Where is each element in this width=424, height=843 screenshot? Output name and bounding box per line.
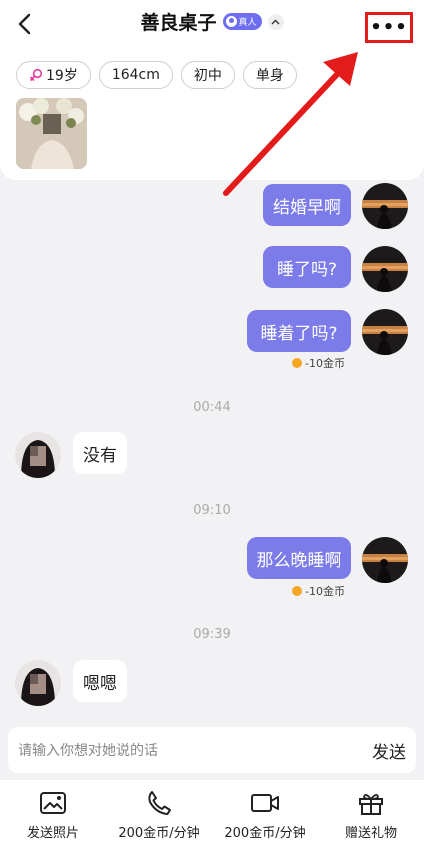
verify-badge: 真人 xyxy=(222,13,262,30)
timestamp: 00:44 xyxy=(193,400,231,415)
profile-card: 善良桌子 真人 ••• 19岁 164cm 初中 单身 xyxy=(0,0,424,180)
my-avatar[interactable] xyxy=(362,537,408,583)
timestamp: 09:10 xyxy=(193,503,231,518)
tag-marital: 单身 xyxy=(242,61,297,89)
verify-badge-label: 真人 xyxy=(238,18,257,28)
her-avatar[interactable] xyxy=(15,660,61,706)
profile-tags: 19岁 164cm 初中 单身 xyxy=(16,61,297,89)
message-bubble[interactable]: 嗯嗯 xyxy=(73,660,127,702)
video-icon xyxy=(251,794,279,812)
message-bubble[interactable]: 没有 xyxy=(73,432,127,474)
send-gift-button[interactable]: 赠送礼物 xyxy=(318,780,424,843)
message-input-bar: 请输入你想对她说的话 发送 xyxy=(8,727,416,773)
my-avatar[interactable] xyxy=(362,309,408,355)
tag-height: 164cm xyxy=(98,61,173,89)
her-avatar[interactable] xyxy=(15,432,61,478)
bottom-toolbar: 发送照片 200金币/分钟 200金币/分钟 赠送礼物 xyxy=(0,780,424,843)
gift-icon xyxy=(359,794,383,815)
more-button[interactable]: ••• xyxy=(365,12,413,43)
profile-photo[interactable] xyxy=(16,98,87,169)
coin-icon xyxy=(292,358,302,368)
message-bubble[interactable]: 睡着了吗? xyxy=(247,310,351,352)
coin-cost: -10金币 xyxy=(292,355,345,371)
more-icon: ••• xyxy=(370,16,408,38)
phone-icon xyxy=(148,791,171,815)
send-photo-button[interactable]: 发送照片 xyxy=(0,780,106,843)
coin-cost: -10金币 xyxy=(292,583,345,599)
collapse-button[interactable] xyxy=(267,13,284,30)
tag-education: 初中 xyxy=(180,61,235,89)
my-avatar[interactable] xyxy=(362,183,408,229)
photo-icon xyxy=(40,792,66,814)
tag-age: 19岁 xyxy=(16,61,91,89)
video-call-button[interactable]: 200金币/分钟 xyxy=(212,780,318,843)
female-icon xyxy=(29,68,43,82)
chevron-up-icon xyxy=(271,19,280,24)
timestamp: 09:39 xyxy=(193,627,231,642)
message-bubble[interactable]: 那么晚睡啊 xyxy=(247,537,351,579)
voice-call-button[interactable]: 200金币/分钟 xyxy=(106,780,212,843)
coin-icon xyxy=(292,586,302,596)
message-input[interactable]: 请输入你想对她说的话 xyxy=(18,740,158,760)
send-button[interactable]: 发送 xyxy=(372,738,406,763)
message-bubble[interactable]: 睡了吗? xyxy=(263,246,351,288)
page-title: 善良桌子 xyxy=(140,12,217,34)
message-bubble[interactable]: 结婚早啊 xyxy=(263,184,351,226)
my-avatar[interactable] xyxy=(362,246,408,292)
person-icon xyxy=(225,16,237,27)
title-bar: 善良桌子 真人 xyxy=(0,8,424,35)
